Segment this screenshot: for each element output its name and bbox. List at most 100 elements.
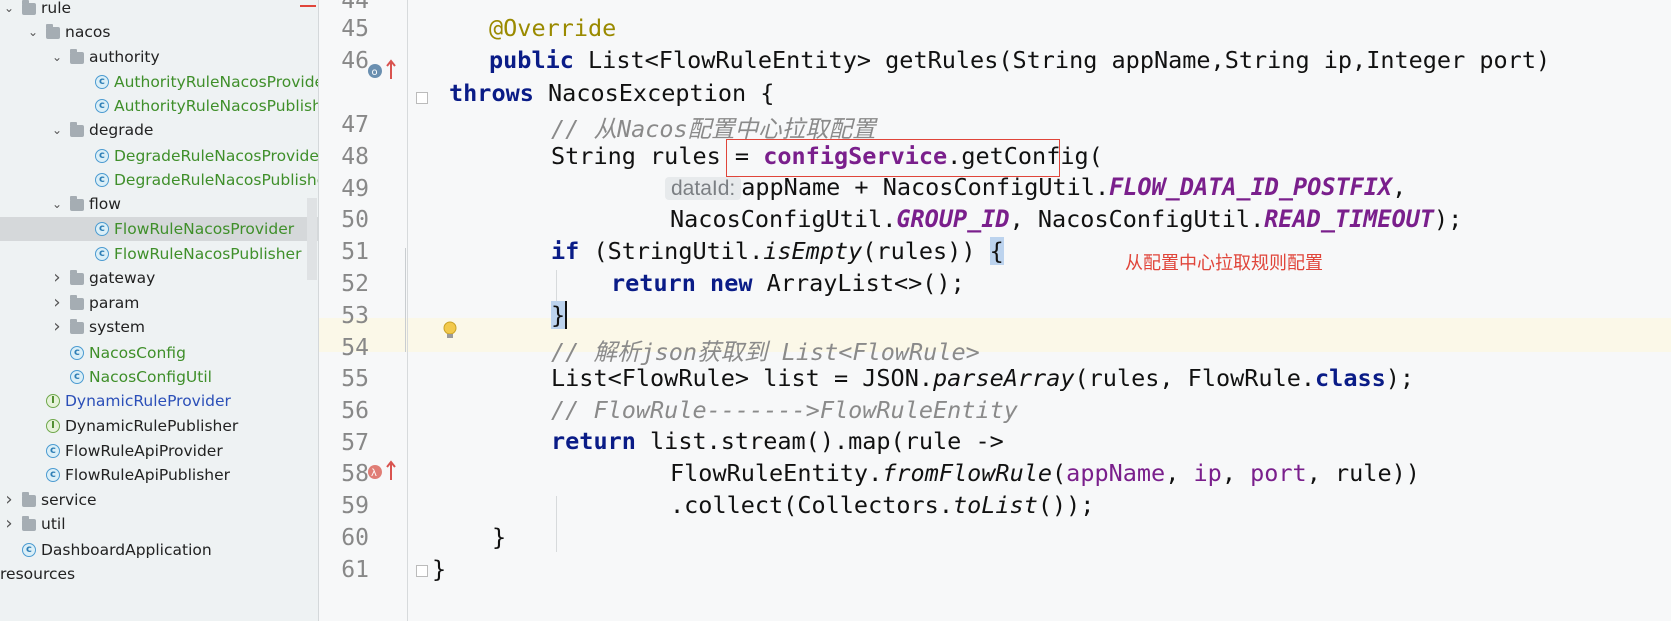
tree-item-label: NacosConfigUtil (89, 368, 212, 386)
caret-line-highlight (319, 318, 1671, 352)
code-line-45: @Override (489, 14, 617, 42)
class-icon: c (46, 468, 60, 482)
tree-item[interactable]: resources (0, 562, 318, 586)
tree-item[interactable]: ⌄ rule (0, 0, 318, 20)
chevron-right-icon[interactable]: › (50, 266, 64, 290)
tree-item-label: gateway (89, 269, 156, 287)
tree-scrollbar[interactable] (307, 198, 317, 280)
tree-item-label: FlowRuleApiProvider (65, 442, 223, 460)
chevron-right-icon[interactable]: › (2, 512, 16, 536)
chevron-down-icon[interactable]: ⌄ (26, 20, 40, 44)
tree-item[interactable]: c FlowRuleApiProvider (0, 439, 318, 463)
line-number: 49 (341, 176, 369, 202)
code-line-56: // FlowRule------->FlowRuleEntity (551, 396, 1018, 424)
tree-item-label: DashboardApplication (41, 541, 212, 559)
tree-item[interactable]: c DegradeRuleNacosProvider (0, 144, 318, 168)
folder-icon (70, 196, 84, 211)
class-icon: c (95, 173, 109, 187)
tree-item[interactable]: c NacosConfigUtil (0, 365, 318, 389)
chevron-right-icon[interactable]: › (2, 488, 16, 512)
code-line-52: return new ArrayList<>(); (611, 269, 965, 297)
fold-marker[interactable] (416, 565, 428, 577)
project-tree: ⌄ rule ⌄ nacos ⌄ authority c AuthorityRuleNacos… (0, 0, 319, 621)
chevron-right-icon[interactable]: › (50, 315, 64, 339)
chevron-right-icon[interactable]: › (50, 291, 64, 315)
class-icon: c (95, 247, 109, 261)
tree-item-label: service (41, 491, 97, 509)
lambda-icon[interactable]: λ (367, 458, 399, 488)
tree-item[interactable]: c NacosConfig (0, 341, 318, 365)
folder-icon (70, 295, 84, 310)
tree-item[interactable]: c AuthorityRuleNacosPublishe (0, 94, 318, 118)
chevron-down-icon[interactable]: ⌄ (2, 0, 16, 20)
tree-item[interactable]: › util (0, 512, 318, 536)
change-marker (405, 248, 406, 352)
chevron-down-icon[interactable]: ⌄ (50, 192, 64, 216)
tree-item-label: AuthorityRuleNacosProvide (114, 73, 319, 91)
tree-item[interactable]: I DynamicRuleProvider (0, 389, 318, 413)
gutter-separator (407, 0, 408, 621)
folder-icon (22, 492, 36, 507)
line-number: 60 (341, 525, 369, 551)
tree-item[interactable]: c AuthorityRuleNacosProvide (0, 70, 318, 94)
tree-item-label: DynamicRuleProvider (65, 392, 231, 410)
tree-item[interactable]: I DynamicRulePublisher (0, 414, 318, 438)
tree-item[interactable]: c DashboardApplication (0, 538, 318, 562)
tree-item[interactable]: › param (0, 291, 318, 315)
tree-item[interactable]: › gateway (0, 266, 318, 290)
tree-item-label: NacosConfig (89, 344, 186, 362)
line-number: 51 (341, 239, 369, 265)
class-icon: c (95, 149, 109, 163)
tree-item[interactable]: ⌄ flow (0, 192, 318, 216)
annotation-note: 从配置中心拉取规则配置 (1125, 253, 1323, 273)
implements-icon[interactable]: o (367, 57, 399, 87)
indent-guide (556, 496, 557, 552)
class-icon: c (46, 444, 60, 458)
tree-item[interactable]: c FlowRuleNacosProvider (0, 217, 318, 241)
fold-marker[interactable] (416, 92, 428, 104)
class-icon: c (70, 370, 84, 384)
tree-item[interactable]: c FlowRuleApiPublisher (0, 463, 318, 487)
code-line-58: FlowRuleEntity.fromFlowRule(appName, ip,… (670, 459, 1420, 487)
code-line-54: // 解析json获取到 List<FlowRule> (551, 338, 980, 366)
code-line-61: } (432, 555, 447, 583)
tree-item[interactable]: › system (0, 315, 318, 339)
highlight-box (726, 139, 1060, 177)
tree-item[interactable]: ⌄ nacos (0, 20, 318, 44)
line-number: 44 (341, 0, 369, 14)
class-icon: c (95, 222, 109, 236)
tree-item-label: authority (89, 48, 160, 66)
folder-icon (46, 24, 60, 39)
line-number: 58 (341, 461, 369, 487)
line-number: 53 (341, 303, 369, 329)
code-line-60: } (492, 523, 507, 551)
tree-item[interactable]: c DegradeRuleNacosPublishe (0, 168, 318, 192)
tree-item[interactable]: › service (0, 488, 318, 512)
interface-icon: I (46, 394, 60, 408)
tree-item[interactable]: ⌄ degrade (0, 118, 318, 142)
tree-item-label: AuthorityRuleNacosPublishe (114, 97, 319, 115)
interface-icon: I (46, 419, 60, 433)
tree-item-label: nacos (65, 23, 111, 41)
code-editor[interactable]: 44 45 46 47 48 49 50 51 52 53 54 55 56 57 58 59 60 61 o λ… (319, 0, 1671, 621)
line-number: 50 (341, 207, 369, 233)
line-number: 59 (341, 493, 369, 519)
code-line-51: if (StringUtil.isEmpty(rules)) { (551, 237, 1004, 265)
folder-icon (70, 319, 84, 334)
lightbulb-icon[interactable] (441, 320, 459, 346)
code-line-50: NacosConfigUtil.GROUP_ID, NacosConfigUti… (670, 205, 1463, 233)
spring-app-icon: c (22, 543, 36, 557)
line-number: 56 (341, 398, 369, 424)
code-line-55: List<FlowRule> list = JSON.parseArray(ru… (551, 364, 1415, 392)
chevron-down-icon[interactable]: ⌄ (50, 118, 64, 142)
folder-icon (70, 122, 84, 137)
line-number: 46 (341, 48, 369, 74)
folder-icon (70, 270, 84, 285)
tree-item[interactable]: c FlowRuleNacosPublisher (0, 242, 318, 266)
chevron-down-icon[interactable]: ⌄ (50, 45, 64, 69)
tree-item[interactable]: ⌄ authority (0, 45, 318, 69)
tree-item-label: DegradeRuleNacosProvider (114, 147, 319, 165)
line-number: 47 (341, 112, 369, 138)
line-number: 52 (341, 271, 369, 297)
line-number: 55 (341, 366, 369, 392)
